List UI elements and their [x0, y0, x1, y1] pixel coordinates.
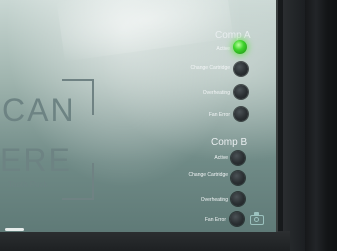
comp-a-change-cartridge-row: Change Cartridge [170, 64, 230, 78]
comp-b-title: Comp B [211, 137, 248, 148]
logo-subtitle: Tooth Puck [8, 180, 48, 189]
device-frame-bottom [0, 231, 290, 251]
comp-a-change-cartridge-indicator [234, 62, 248, 76]
comp-b-change-cartridge-row: Change Cartridge [170, 171, 228, 185]
progress-track [0, 228, 276, 232]
comp-b-overheating-label: Overheating [200, 197, 228, 203]
comp-a-fan-error-label: Fan Error [208, 112, 230, 118]
comp-b-active-label: Active [214, 155, 228, 161]
comp-a-overheating-label: Overheating [202, 90, 230, 96]
device-frame-strip [305, 0, 327, 251]
comp-b-change-cartridge-label: Change Cartridge [188, 172, 228, 178]
comp-b-active-indicator [231, 151, 245, 165]
comp-b-fan-error-label: Fan Error [204, 217, 226, 223]
camera-icon[interactable] [250, 212, 264, 225]
comp-b-active-row: Active [170, 154, 228, 164]
comp-a-overheating-row: Overheating [170, 89, 230, 99]
comp-a-fan-error-row: Fan Error [170, 111, 230, 121]
comp-b-overheating-row: Overheating [170, 196, 228, 206]
comp-b-fan-error-row: Fan Error [170, 216, 226, 226]
comp-a-active-label: Active [216, 46, 230, 52]
comp-a-change-cartridge-label: Change Cartridge [190, 65, 230, 71]
display-screen: CAN ERE Tooth Puck Comp A Active Change … [0, 0, 278, 232]
comp-a-active-row: Active [170, 44, 230, 54]
logo-text-line1: CAN [2, 92, 76, 128]
comp-b-change-cartridge-indicator [231, 171, 245, 185]
logo-text-line2: ERE [0, 142, 72, 178]
comp-a-overheating-indicator [234, 85, 248, 99]
comp-a-active-indicator [233, 40, 247, 54]
comp-a-fan-error-indicator [234, 107, 248, 121]
comp-b-overheating-indicator [231, 192, 245, 206]
comp-b-fan-error-indicator [230, 212, 244, 226]
comp-a-title: Comp A [215, 30, 251, 41]
progress-fill [5, 228, 24, 231]
